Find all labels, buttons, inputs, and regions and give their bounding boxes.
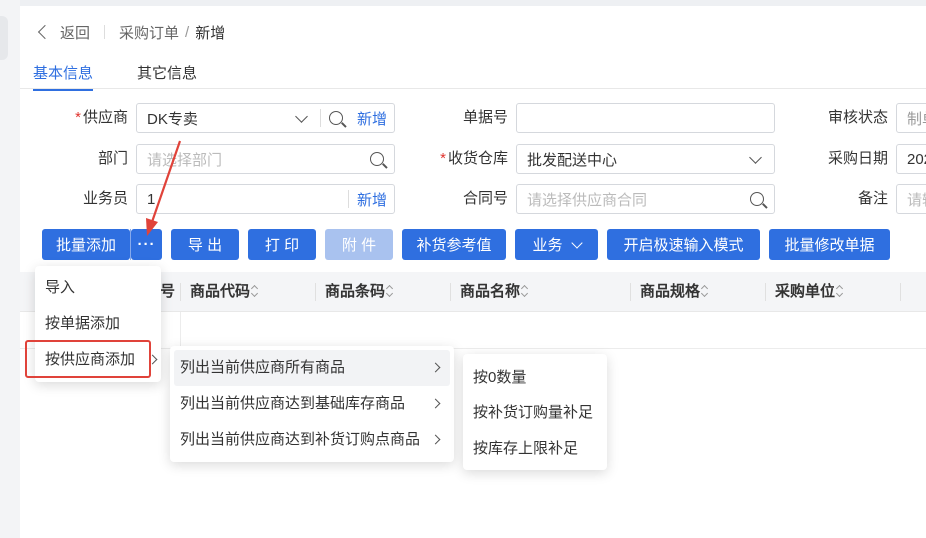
annotation-arrow [146, 140, 182, 236]
